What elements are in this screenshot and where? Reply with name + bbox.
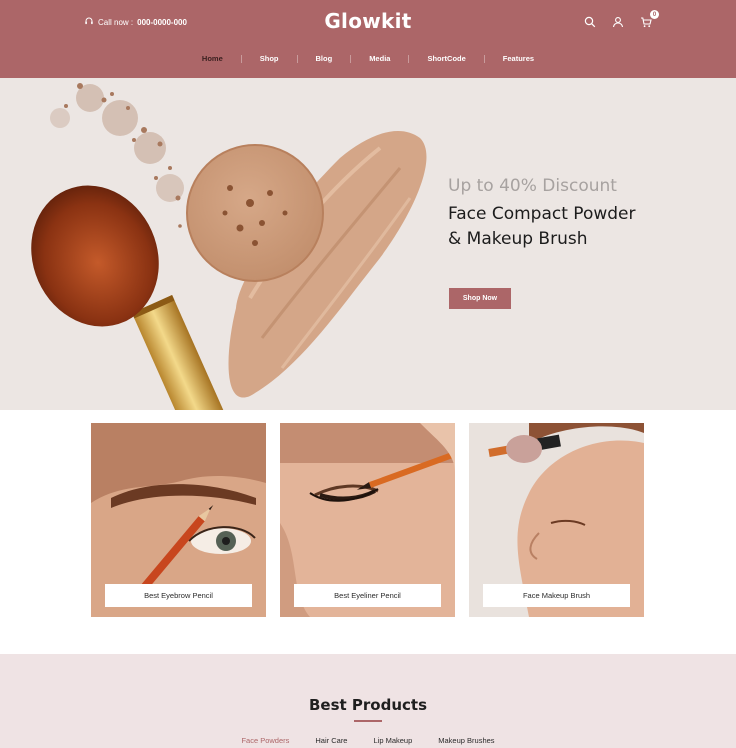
tab-face-powders[interactable]: Face Powders: [228, 736, 302, 745]
hero-title-line2: & Makeup Brush: [448, 229, 588, 249]
category-card-brush[interactable]: Face Makeup Brush: [469, 423, 644, 617]
tab-makeup-brushes[interactable]: Makeup Brushes: [425, 736, 507, 745]
cart-icon[interactable]: 0: [638, 10, 659, 30]
title-underline: [354, 720, 382, 722]
site-header: Call now : 000-0000-000 Glowkit 0 Home S…: [0, 0, 736, 78]
best-products-section: Best Products Face Powders Hair Care Lip…: [0, 654, 736, 748]
nav-blog[interactable]: Blog: [298, 54, 351, 63]
nav-media[interactable]: Media: [351, 54, 408, 63]
cart-count-badge: 0: [650, 10, 659, 19]
hero-title-line1: Face Compact Powder: [448, 204, 636, 224]
tab-hair-care[interactable]: Hair Care: [302, 736, 360, 745]
hero-title: Face Compact Powder & Makeup Brush: [448, 202, 728, 252]
category-cards: Best Eyebrow Pencil Best Eyeliner Pencil: [91, 423, 644, 617]
shop-now-button[interactable]: Shop Now: [449, 288, 511, 309]
main-nav: Home Shop Blog Media ShortCode Features: [0, 54, 736, 63]
nav-shop[interactable]: Shop: [242, 54, 297, 63]
products-title: Best Products: [308, 696, 428, 714]
search-icon[interactable]: [582, 14, 598, 30]
category-label-eyeliner[interactable]: Best Eyeliner Pencil: [294, 584, 441, 607]
nav-home[interactable]: Home: [184, 54, 241, 63]
category-card-eyebrow[interactable]: Best Eyebrow Pencil: [91, 423, 266, 617]
nav-features[interactable]: Features: [485, 54, 552, 63]
nav-shortcode[interactable]: ShortCode: [409, 54, 483, 63]
category-card-eyeliner[interactable]: Best Eyeliner Pencil: [280, 423, 455, 617]
category-label-brush[interactable]: Face Makeup Brush: [483, 584, 630, 607]
tab-lip-makeup[interactable]: Lip Makeup: [360, 736, 425, 745]
user-icon[interactable]: [610, 14, 626, 30]
hero-banner: Up to 40% Discount Face Compact Powder &…: [0, 78, 736, 410]
product-tabs: Face Powders Hair Care Lip Makeup Makeup…: [0, 736, 736, 745]
hero-subtitle: Up to 40% Discount: [448, 176, 617, 196]
category-label-eyebrow[interactable]: Best Eyebrow Pencil: [105, 584, 252, 607]
